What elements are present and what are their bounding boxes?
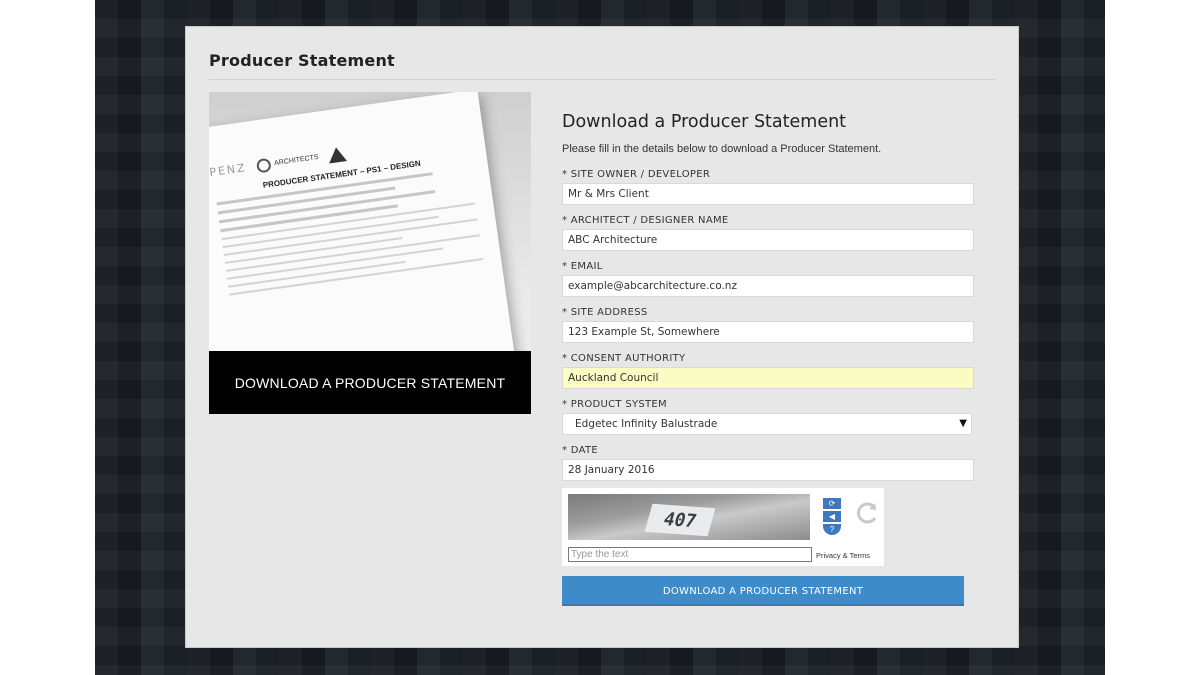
site-address-input[interactable] <box>562 321 974 343</box>
field-site-address: * SITE ADDRESS <box>562 307 974 343</box>
download-form: Download a Producer Statement Please fil… <box>562 112 974 606</box>
architects-ring-icon <box>255 157 272 174</box>
document-text-line <box>227 247 443 280</box>
field-label: * ARCHITECT / DESIGNER NAME <box>562 215 729 226</box>
captcha-input[interactable] <box>568 547 812 562</box>
document-text-line <box>222 215 439 249</box>
field-consent-authority: * CONSENT AUTHORITY <box>562 353 974 389</box>
field-architect: * ARCHITECT / DESIGNER NAME <box>562 215 974 251</box>
architects-logo-text: ARCHITECTS <box>273 153 320 168</box>
download-banner-button[interactable]: DOWNLOAD A PRODUCER STATEMENT <box>209 351 531 414</box>
field-label: * EMAIL <box>562 261 603 272</box>
field-label: * CONSENT AUTHORITY <box>562 353 686 364</box>
document-preview[interactable]: IPENZ ARCHITECTS PRODUCER STATEMENT – PS… <box>209 92 531 414</box>
triangle-logo-icon <box>327 146 348 164</box>
captcha-number-plate: 407 <box>644 503 716 537</box>
architects-logo: ARCHITECTS <box>255 150 320 174</box>
captcha-widget: 407 ⟳ ◀ ? Privacy & Terms <box>562 488 884 566</box>
field-product-system: * PRODUCT SYSTEM Edgetec Infinity Balust… <box>562 399 974 435</box>
product-system-select[interactable]: Edgetec Infinity Balustrade ▼ <box>562 413 972 435</box>
field-date: * DATE <box>562 445 974 481</box>
architect-input[interactable] <box>562 229 974 251</box>
product-system-selected: Edgetec Infinity Balustrade <box>575 418 718 430</box>
privacy-terms-link[interactable]: Privacy & Terms <box>816 551 870 560</box>
help-icon[interactable]: ? <box>823 524 841 535</box>
panel-divider <box>209 79 995 80</box>
producer-statement-panel: Producer Statement IPENZ ARCHITECTS PROD… <box>185 26 1019 648</box>
recaptcha-logo-icon <box>857 502 877 524</box>
field-label: * DATE <box>562 445 598 456</box>
field-label: * SITE ADDRESS <box>562 307 648 318</box>
panel-title: Producer Statement <box>209 51 395 70</box>
dropdown-arrow-icon: ▼ <box>959 418 967 429</box>
captcha-controls: ⟳ ◀ ? <box>823 498 841 535</box>
form-title: Download a Producer Statement <box>562 112 847 132</box>
field-site-owner: * SITE OWNER / DEVELOPER <box>562 169 974 205</box>
audio-icon[interactable]: ◀ <box>823 511 841 522</box>
form-intro: Please fill in the details below to down… <box>562 143 882 155</box>
refresh-icon[interactable]: ⟳ <box>823 498 841 509</box>
field-email: * EMAIL <box>562 261 974 297</box>
consent-authority-input[interactable] <box>562 367 974 389</box>
download-submit-button[interactable]: DOWNLOAD A PRODUCER STATEMENT <box>562 576 964 606</box>
captcha-image: 407 <box>568 494 810 540</box>
email-input[interactable] <box>562 275 974 297</box>
field-label: * PRODUCT SYSTEM <box>562 399 667 410</box>
site-owner-input[interactable] <box>562 183 974 205</box>
field-label: * SITE OWNER / DEVELOPER <box>562 169 711 180</box>
ipenz-logo: IPENZ <box>209 161 248 180</box>
date-input[interactable] <box>562 459 974 481</box>
